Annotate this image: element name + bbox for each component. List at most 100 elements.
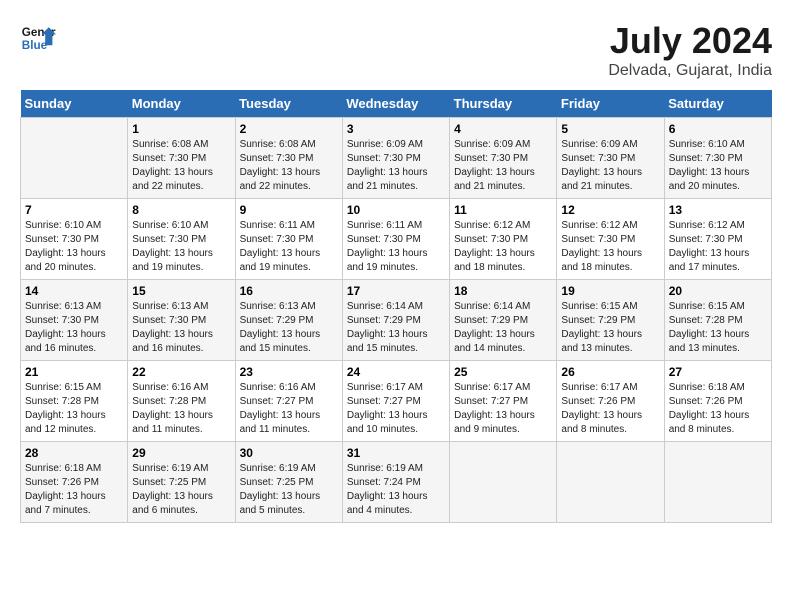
day-info: Sunrise: 6:19 AM Sunset: 7:25 PM Dayligh… — [132, 462, 230, 518]
week-row-4: 21 Sunrise: 6:15 AM Sunset: 7:28 PM Dayli… — [21, 361, 772, 442]
day-number: 31 — [347, 446, 445, 460]
day-number: 17 — [347, 284, 445, 298]
header-cell-wednesday: Wednesday — [342, 90, 449, 118]
week-row-3: 14Sunrise: 6:13 AM Sunset: 7:30 PM Dayli… — [21, 280, 772, 361]
day-number: 8 — [132, 203, 230, 217]
week-row-5: 28Sunrise: 6:18 AM Sunset: 7:26 PM Dayli… — [21, 442, 772, 523]
day-info: Sunrise: 6:19 AM Sunset: 7:24 PM Dayligh… — [347, 462, 445, 518]
day-cell: 11Sunrise: 6:12 AM Sunset: 7:30 PM Dayli… — [450, 199, 557, 280]
header-cell-thursday: Thursday — [450, 90, 557, 118]
day-cell: 17 Sunrise: 6:14 AM Sunset: 7:29 PM Dayli… — [342, 280, 449, 361]
day-number: 19 — [561, 284, 659, 298]
day-number: 4 — [454, 122, 552, 136]
day-info: Sunrise: 6:10 AM Sunset: 7:30 PM Dayligh… — [132, 219, 230, 275]
day-cell: 30 Sunrise: 6:19 AM Sunset: 7:25 PM Dayli… — [235, 442, 342, 523]
day-number: 18 — [454, 284, 552, 298]
day-info: Sunrise: 6:18 AM Sunset: 7:26 PM Dayligh… — [25, 462, 123, 518]
day-cell: 21 Sunrise: 6:15 AM Sunset: 7:28 PM Dayli… — [21, 361, 128, 442]
svg-text:Blue: Blue — [22, 39, 48, 52]
day-info: Sunrise: 6:08 AM Sunset: 7:30 PM Dayligh… — [240, 138, 338, 194]
day-number: 21 — [25, 365, 123, 379]
day-cell: 19 Sunrise: 6:15 AM Sunset: 7:29 PM Dayli… — [557, 280, 664, 361]
day-info: Sunrise: 6:16 AM Sunset: 7:27 PM Dayligh… — [240, 381, 338, 437]
day-info: Sunrise: 6:13 AM Sunset: 7:29 PM Dayligh… — [240, 300, 338, 356]
week-row-2: 7 Sunrise: 6:10 AM Sunset: 7:30 PM Daylig… — [21, 199, 772, 280]
day-number: 30 — [240, 446, 338, 460]
day-cell: 2 Sunrise: 6:08 AM Sunset: 7:30 PM Daylig… — [235, 118, 342, 199]
header-cell-friday: Friday — [557, 90, 664, 118]
day-number: 16 — [240, 284, 338, 298]
day-number: 7 — [25, 203, 123, 217]
day-info: Sunrise: 6:09 AM Sunset: 7:30 PM Dayligh… — [347, 138, 445, 194]
day-cell: 20 Sunrise: 6:15 AM Sunset: 7:28 PM Dayli… — [664, 280, 771, 361]
day-number: 24 — [347, 365, 445, 379]
day-info: Sunrise: 6:12 AM Sunset: 7:30 PM Dayligh… — [561, 219, 659, 275]
day-info: Sunrise: 6:14 AM Sunset: 7:29 PM Dayligh… — [347, 300, 445, 356]
day-info: Sunrise: 6:09 AM Sunset: 7:30 PM Dayligh… — [454, 138, 552, 194]
day-number: 11 — [454, 203, 552, 217]
day-number: 3 — [347, 122, 445, 136]
page-header: General Blue July 2024 Delvada, Gujarat,… — [20, 20, 772, 80]
day-cell: 29 Sunrise: 6:19 AM Sunset: 7:25 PM Dayli… — [128, 442, 235, 523]
day-cell: 26 Sunrise: 6:17 AM Sunset: 7:26 PM Dayli… — [557, 361, 664, 442]
day-info: Sunrise: 6:18 AM Sunset: 7:26 PM Dayligh… — [669, 381, 767, 437]
day-cell: 27Sunrise: 6:18 AM Sunset: 7:26 PM Dayli… — [664, 361, 771, 442]
day-cell: 13 Sunrise: 6:12 AM Sunset: 7:30 PM Dayli… — [664, 199, 771, 280]
day-info: Sunrise: 6:11 AM Sunset: 7:30 PM Dayligh… — [240, 219, 338, 275]
day-info: Sunrise: 6:09 AM Sunset: 7:30 PM Dayligh… — [561, 138, 659, 194]
day-info: Sunrise: 6:17 AM Sunset: 7:27 PM Dayligh… — [347, 381, 445, 437]
calendar-table: SundayMondayTuesdayWednesdayThursdayFrid… — [20, 90, 772, 523]
header-cell-saturday: Saturday — [664, 90, 771, 118]
day-cell: 23 Sunrise: 6:16 AM Sunset: 7:27 PM Dayli… — [235, 361, 342, 442]
title-block: July 2024 Delvada, Gujarat, India — [608, 20, 772, 80]
day-cell: 24 Sunrise: 6:17 AM Sunset: 7:27 PM Dayli… — [342, 361, 449, 442]
day-cell — [557, 442, 664, 523]
day-number: 15 — [132, 284, 230, 298]
day-cell: 15 Sunrise: 6:13 AM Sunset: 7:30 PM Dayli… — [128, 280, 235, 361]
day-cell — [450, 442, 557, 523]
day-number: 22 — [132, 365, 230, 379]
day-number: 2 — [240, 122, 338, 136]
day-cell: 4 Sunrise: 6:09 AM Sunset: 7:30 PM Daylig… — [450, 118, 557, 199]
day-cell: 22Sunrise: 6:16 AM Sunset: 7:28 PM Dayli… — [128, 361, 235, 442]
day-cell: 7 Sunrise: 6:10 AM Sunset: 7:30 PM Daylig… — [21, 199, 128, 280]
day-info: Sunrise: 6:12 AM Sunset: 7:30 PM Dayligh… — [669, 219, 767, 275]
day-info: Sunrise: 6:13 AM Sunset: 7:30 PM Dayligh… — [25, 300, 123, 356]
header-row: SundayMondayTuesdayWednesdayThursdayFrid… — [21, 90, 772, 118]
logo-icon: General Blue — [20, 20, 56, 56]
day-info: Sunrise: 6:13 AM Sunset: 7:30 PM Dayligh… — [132, 300, 230, 356]
day-info: Sunrise: 6:17 AM Sunset: 7:26 PM Dayligh… — [561, 381, 659, 437]
day-info: Sunrise: 6:10 AM Sunset: 7:30 PM Dayligh… — [25, 219, 123, 275]
day-cell: 25 Sunrise: 6:17 AM Sunset: 7:27 PM Dayli… — [450, 361, 557, 442]
day-cell: 3 Sunrise: 6:09 AM Sunset: 7:30 PM Daylig… — [342, 118, 449, 199]
subtitle: Delvada, Gujarat, India — [608, 62, 772, 80]
day-info: Sunrise: 6:08 AM Sunset: 7:30 PM Dayligh… — [132, 138, 230, 194]
day-number: 12 — [561, 203, 659, 217]
day-number: 20 — [669, 284, 767, 298]
day-cell: 12 Sunrise: 6:12 AM Sunset: 7:30 PM Dayli… — [557, 199, 664, 280]
day-number: 1 — [132, 122, 230, 136]
day-info: Sunrise: 6:10 AM Sunset: 7:30 PM Dayligh… — [669, 138, 767, 194]
day-number: 25 — [454, 365, 552, 379]
main-title: July 2024 — [608, 20, 772, 62]
day-number: 23 — [240, 365, 338, 379]
logo: General Blue — [20, 20, 56, 56]
day-info: Sunrise: 6:15 AM Sunset: 7:28 PM Dayligh… — [25, 381, 123, 437]
day-info: Sunrise: 6:15 AM Sunset: 7:29 PM Dayligh… — [561, 300, 659, 356]
day-info: Sunrise: 6:15 AM Sunset: 7:28 PM Dayligh… — [669, 300, 767, 356]
day-cell: 18Sunrise: 6:14 AM Sunset: 7:29 PM Dayli… — [450, 280, 557, 361]
day-cell: 10 Sunrise: 6:11 AM Sunset: 7:30 PM Dayli… — [342, 199, 449, 280]
day-number: 13 — [669, 203, 767, 217]
week-row-1: 1 Sunrise: 6:08 AM Sunset: 7:30 PM Daylig… — [21, 118, 772, 199]
day-info: Sunrise: 6:19 AM Sunset: 7:25 PM Dayligh… — [240, 462, 338, 518]
header-cell-tuesday: Tuesday — [235, 90, 342, 118]
day-cell: 5Sunrise: 6:09 AM Sunset: 7:30 PM Daylig… — [557, 118, 664, 199]
day-number: 10 — [347, 203, 445, 217]
day-info: Sunrise: 6:11 AM Sunset: 7:30 PM Dayligh… — [347, 219, 445, 275]
day-number: 26 — [561, 365, 659, 379]
day-cell: 8 Sunrise: 6:10 AM Sunset: 7:30 PM Daylig… — [128, 199, 235, 280]
day-cell: 16 Sunrise: 6:13 AM Sunset: 7:29 PM Dayli… — [235, 280, 342, 361]
day-number: 29 — [132, 446, 230, 460]
day-info: Sunrise: 6:17 AM Sunset: 7:27 PM Dayligh… — [454, 381, 552, 437]
day-cell: 14Sunrise: 6:13 AM Sunset: 7:30 PM Dayli… — [21, 280, 128, 361]
